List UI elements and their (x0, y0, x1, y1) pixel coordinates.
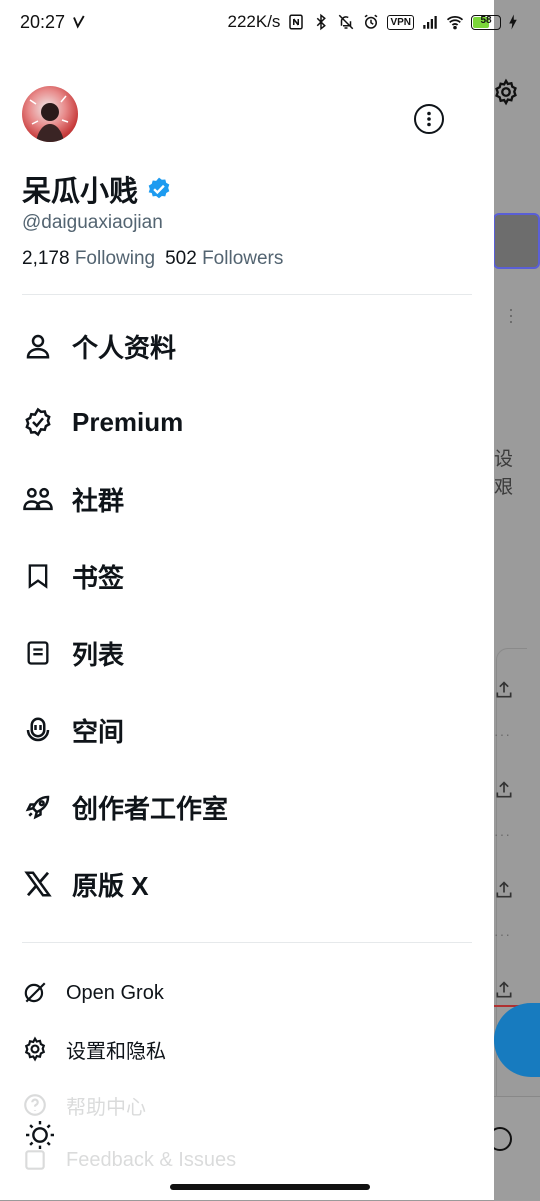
mute-bell-icon (339, 14, 354, 30)
background-text-line: 设 (494, 449, 514, 470)
divider (22, 942, 472, 943)
menu-item-label: Premium (72, 406, 184, 437)
vpn-indicator: VPN (387, 14, 414, 30)
bookmark-icon (28, 564, 48, 589)
more-icon: ··· (494, 826, 511, 842)
menu-item-settings-privacy[interactable]: 设置和隐私 (22, 1029, 166, 1069)
menu-item-creator-studio[interactable]: 创作者工作室 (22, 779, 228, 835)
battery-icon: 58 (471, 14, 501, 30)
account-options-button[interactable] (414, 104, 444, 134)
menu-item-lists[interactable]: 列表 (22, 625, 124, 681)
nfc-icon (289, 14, 304, 30)
avatar[interactable] (22, 86, 78, 142)
followers-link[interactable]: 502 Followers (165, 248, 283, 270)
person-icon (26, 334, 50, 359)
grok-icon (24, 982, 46, 1003)
communities-icon (23, 487, 53, 511)
rocket-icon (25, 795, 50, 820)
following-link[interactable]: 2,178 Following (22, 248, 155, 270)
menu-item-premium[interactable]: Premium (22, 394, 183, 450)
menu-item-label: 空间 (72, 716, 125, 747)
followers-label: Followers (202, 248, 284, 269)
share-icon (496, 881, 512, 898)
display-name: 呆瓜小贱 (22, 176, 139, 208)
menu-item-label: 个人资料 (72, 332, 177, 363)
share-icon (496, 681, 512, 698)
charging-icon (509, 14, 517, 30)
menu-item-original-x[interactable]: 原版 X (22, 856, 149, 912)
list-icon (27, 641, 49, 665)
alarm-icon (365, 14, 378, 29)
divider (22, 294, 472, 295)
more-icon: ··· (508, 299, 514, 331)
avatar-image (29, 95, 69, 142)
background-card (493, 213, 540, 269)
menu-item-label: 社群 (72, 485, 125, 516)
share-icon (496, 781, 512, 798)
display-name-row[interactable]: 呆瓜小贱 (22, 168, 172, 210)
menu-item-label: 原版 X (72, 870, 149, 901)
x-logo-icon (24, 871, 52, 897)
background-text: 设 艰 (494, 446, 513, 502)
bluetooth-icon (317, 13, 327, 31)
menu-item-profile[interactable]: 个人资料 (22, 318, 176, 374)
menu-item-label: 书签 (72, 562, 125, 593)
following-label: Following (74, 248, 156, 269)
menu-item-open-grok[interactable]: Open Grok (22, 973, 164, 1013)
menu-item-spaces[interactable]: 空间 (22, 702, 124, 758)
menu-item-label: 创作者工作室 (72, 793, 229, 824)
menu-item-label: 列表 (72, 639, 125, 670)
menu-item-communities[interactable]: 社群 (22, 471, 124, 527)
background-text-line: 艰 (494, 477, 514, 498)
navigation-drawer: 呆瓜小贱 @daiguaxiaojian 2,178 Following 502… (0, 0, 494, 1200)
spaces-icon (26, 717, 50, 742)
handle: @daiguaxiaojian (22, 212, 163, 233)
gear-icon (495, 78, 517, 106)
menu-item-bookmarks[interactable]: 书签 (22, 548, 124, 604)
menu-item-label: Open Grok (66, 981, 164, 1004)
home-indicator[interactable] (170, 1184, 370, 1190)
menu-item-label: 设置和隐私 (66, 1040, 166, 1063)
followers-count: 502 (165, 248, 197, 269)
help-icon (24, 1094, 46, 1116)
cellular-signal-icon (423, 16, 437, 29)
check-notification-icon (73, 15, 85, 29)
status-bar: 20:27 222K/s VPN 58 (0, 0, 540, 44)
menu-item-label: Feedback & Issues (66, 1148, 237, 1171)
wifi-icon (446, 15, 464, 30)
following-count: 2,178 (22, 248, 70, 269)
more-icon: ··· (494, 926, 511, 942)
network-speed: 222K/s (227, 12, 281, 31)
premium-badge-icon (25, 407, 51, 437)
verified-badge-icon (148, 177, 170, 199)
more-icon: ··· (494, 726, 511, 742)
menu-item-label: 帮助中心 (66, 1096, 146, 1119)
sun-icon[interactable] (24, 1119, 56, 1151)
share-icon (496, 981, 512, 998)
gear-icon (24, 1036, 46, 1062)
follow-stats: 2,178 Following 502 Followers (22, 248, 283, 270)
battery-level: 58 (480, 14, 492, 26)
clock: 20:27 (20, 11, 66, 32)
more-vertical-icon (427, 111, 431, 127)
